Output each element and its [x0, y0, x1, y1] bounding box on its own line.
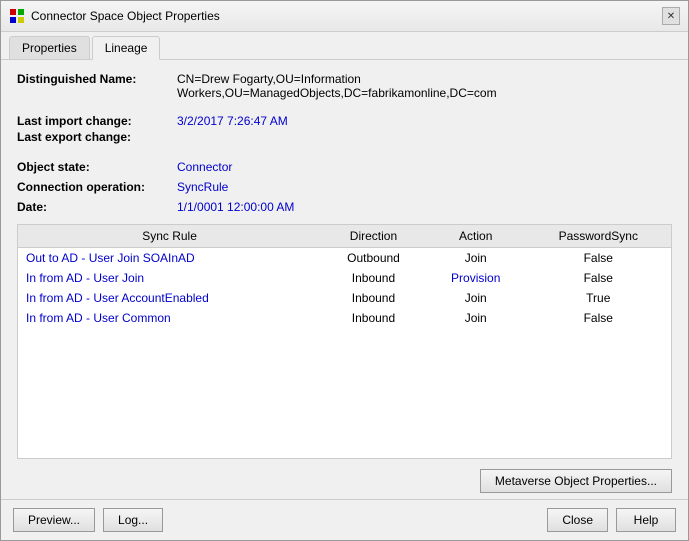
window-title: Connector Space Object Properties	[31, 9, 220, 23]
sync-rule-cell[interactable]: In from AD - User Join	[18, 268, 321, 288]
last-import-label: Last import change:	[17, 114, 177, 128]
table-row: In from AD - User AccountEnabledInboundJ…	[18, 288, 671, 308]
tab-bar: Properties Lineage	[1, 32, 688, 60]
connection-operation-label: Connection operation:	[17, 180, 177, 194]
password-sync-cell: False	[526, 268, 671, 288]
action-cell: Provision	[426, 268, 526, 288]
direction-cell: Inbound	[321, 308, 426, 328]
sync-rule-table-container: Sync Rule Direction Action PasswordSync …	[17, 224, 672, 459]
date-value: 1/1/0001 12:00:00 AM	[177, 200, 294, 214]
metaverse-btn-container: Metaverse Object Properties...	[17, 469, 672, 499]
preview-button[interactable]: Preview...	[13, 508, 95, 532]
col-password-sync: PasswordSync	[526, 225, 671, 248]
direction-cell: Outbound	[321, 248, 426, 269]
sync-rule-cell[interactable]: In from AD - User AccountEnabled	[18, 288, 321, 308]
connection-operation-row: Connection operation: SyncRule	[17, 180, 672, 194]
object-state-value: Connector	[177, 160, 232, 174]
content-area: Distinguished Name: CN=Drew Fogarty,OU=I…	[1, 60, 688, 499]
import-export-section: Last import change: 3/2/2017 7:26:47 AM …	[17, 114, 672, 146]
sync-rule-table: Sync Rule Direction Action PasswordSync …	[18, 225, 671, 328]
tab-properties[interactable]: Properties	[9, 36, 90, 59]
main-window: Connector Space Object Properties ✕ Prop…	[0, 0, 689, 541]
password-sync-cell: False	[526, 248, 671, 269]
action-cell: Join	[426, 288, 526, 308]
connection-operation-value: SyncRule	[177, 180, 228, 194]
object-state-label: Object state:	[17, 160, 177, 174]
date-row: Date: 1/1/0001 12:00:00 AM	[17, 200, 672, 214]
col-direction: Direction	[321, 225, 426, 248]
object-state-row: Object state: Connector	[17, 160, 672, 174]
table-row: In from AD - User JoinInboundProvisionFa…	[18, 268, 671, 288]
metaverse-object-properties-button[interactable]: Metaverse Object Properties...	[480, 469, 672, 493]
close-dialog-button[interactable]: Close	[547, 508, 608, 532]
footer-left: Preview... Log...	[13, 508, 163, 532]
distinguished-name-value: CN=Drew Fogarty,OU=Information Workers,O…	[177, 72, 672, 100]
table-row: Out to AD - User Join SOAInADOutboundJoi…	[18, 248, 671, 269]
last-export-row: Last export change:	[17, 130, 672, 144]
table-empty-space	[18, 328, 671, 458]
col-action: Action	[426, 225, 526, 248]
sync-rule-cell[interactable]: In from AD - User Common	[18, 308, 321, 328]
title-bar-left: Connector Space Object Properties	[9, 8, 220, 24]
direction-cell: Inbound	[321, 268, 426, 288]
tab-lineage[interactable]: Lineage	[92, 36, 161, 60]
help-button[interactable]: Help	[616, 508, 676, 532]
table-header-row: Sync Rule Direction Action PasswordSync	[18, 225, 671, 248]
app-icon-svg	[9, 8, 25, 24]
app-icon	[9, 8, 25, 24]
last-import-row: Last import change: 3/2/2017 7:26:47 AM	[17, 114, 672, 128]
log-button[interactable]: Log...	[103, 508, 163, 532]
table-row: In from AD - User CommonInboundJoinFalse	[18, 308, 671, 328]
date-label: Date:	[17, 200, 177, 214]
last-export-label: Last export change:	[17, 130, 177, 144]
col-sync-rule: Sync Rule	[18, 225, 321, 248]
footer-right: Close Help	[547, 508, 676, 532]
close-button[interactable]: ✕	[662, 7, 680, 25]
last-import-value: 3/2/2017 7:26:47 AM	[177, 114, 288, 128]
password-sync-cell: True	[526, 288, 671, 308]
action-cell: Join	[426, 308, 526, 328]
action-cell: Join	[426, 248, 526, 269]
footer: Preview... Log... Close Help	[1, 499, 688, 540]
sync-rule-cell[interactable]: Out to AD - User Join SOAInAD	[18, 248, 321, 269]
distinguished-name-label: Distinguished Name:	[17, 72, 177, 86]
direction-cell: Inbound	[321, 288, 426, 308]
distinguished-name-row: Distinguished Name: CN=Drew Fogarty,OU=I…	[17, 72, 672, 100]
title-bar: Connector Space Object Properties ✕	[1, 1, 688, 32]
password-sync-cell: False	[526, 308, 671, 328]
